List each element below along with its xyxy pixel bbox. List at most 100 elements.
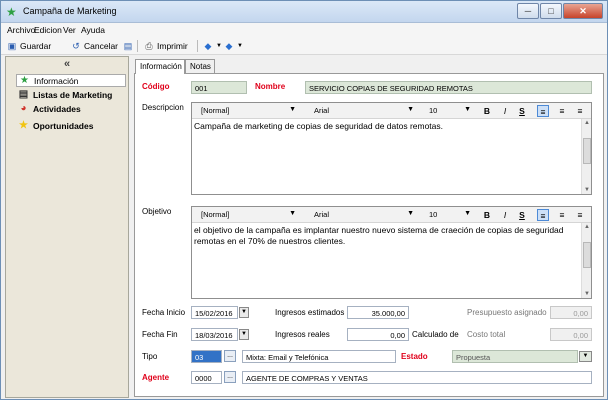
save-label: Guardar [20,41,52,51]
star-icon: ★ [20,75,29,86]
estado-label: Estado [401,352,428,361]
vertical-scrollbar[interactable]: ▲ ▼ [581,119,591,194]
menu-edicion[interactable]: Edicion [34,25,62,35]
sidebar-item-label: Actividades [33,103,81,114]
style-value: [Normal] [201,106,230,115]
next-record-button[interactable]: ◆ ▼ [224,40,246,52]
tab-notas[interactable]: Notas [185,59,215,73]
font-size-value: 10 [429,210,438,219]
align-center-icon[interactable]: ≡ [574,105,586,117]
sidebar-item-informacion[interactable]: ★ Información [16,74,126,87]
menu-ayuda[interactable]: Ayuda [81,25,105,35]
editor-toolbar: [Normal] ▼ Arial ▼ 10 ▼ B I S ≡ ≡ ≡ [192,207,591,223]
vertical-scrollbar[interactable]: ▲ ▼ [581,223,591,298]
nombre-field[interactable]: SERVICIO COPIAS DE SEGURIDAD REMOTAS [305,81,592,94]
printer-icon: ⎙ [145,41,153,51]
estado-field[interactable]: Propuesta [452,350,578,363]
costo-total-label: Costo total [467,330,506,339]
objetivo-text[interactable]: el objetivo de la campaña es implantar n… [192,223,581,298]
cancel-button[interactable]: ↺ Cancelar [71,40,118,52]
agente-code-field[interactable]: 0000 [191,371,222,384]
cancel-label: Cancelar [84,41,119,51]
style-select[interactable]: [Normal] ▼ [201,105,296,117]
strike-button[interactable]: S [516,105,528,117]
chevron-down-icon: ▼ [216,43,222,49]
previous-record-button[interactable]: ◆ ▼ [203,40,225,52]
fecha-fin-field[interactable]: 18/03/2016 [191,328,238,341]
chevron-down-icon: ▼ [407,106,414,113]
font-size-value: 10 [429,106,438,115]
bold-button[interactable]: B [481,209,493,221]
print-label: Imprimir [157,41,188,51]
align-left-icon[interactable]: ≡ [537,209,549,221]
agente-label: Agente [142,373,170,382]
align-left-icon[interactable]: ≡ [537,105,549,117]
style-select[interactable]: [Normal] ▼ [201,209,296,221]
toolbar: ▣ Guardar ↺ Cancelar ▤ ⎙ Imprimir ◆ ▼ ◆ … [1,37,607,55]
nombre-label: Nombre [255,82,286,91]
estado-dropdown-button[interactable]: ▼ [579,351,592,362]
fecha-inicio-field[interactable]: 15/02/2016 [191,306,238,319]
font-select[interactable]: Arial ▼ [314,105,414,117]
scroll-thumb[interactable] [583,138,591,164]
agente-field[interactable]: AGENTE DE COMPRAS Y VENTAS [242,371,592,384]
minimize-button[interactable]: ─ [517,3,539,19]
scroll-down-icon[interactable]: ▼ [582,291,592,297]
agente-lookup-button[interactable]: ... [224,371,236,383]
date-picker-button[interactable]: ▼ [239,329,249,340]
sidebar-item-listas-de-marketing[interactable]: ▤ Listas de Marketing [16,88,126,101]
ingresos-estimados-field[interactable]: 35.000,00 [347,306,409,319]
font-size-select[interactable]: 10 ▼ [429,209,471,221]
objetivo-label: Objetivo [142,207,172,216]
font-select[interactable]: Arial ▼ [314,209,414,221]
star-icon: ★ [19,120,28,131]
close-button[interactable]: ✕ [563,3,603,19]
scroll-up-icon[interactable]: ▲ [582,224,592,230]
undo-icon: ↺ [72,41,80,51]
scroll-thumb[interactable] [583,242,591,268]
chevron-down-icon: ▼ [237,43,243,49]
chevron-down-icon: ▼ [464,106,471,113]
presupuesto-asignado-label: Presupuesto asignado [467,308,547,317]
bold-button[interactable]: B [481,105,493,117]
print-button[interactable]: ⎙ Imprimir [144,40,188,52]
scroll-down-icon[interactable]: ▼ [582,187,592,193]
strike-button[interactable]: S [516,209,528,221]
chevron-down-icon: ▼ [289,210,296,217]
title-bar: ★ Campaña de Marketing ─ □ ✕ [1,1,607,23]
pie-chart-icon: ◕ [20,103,27,114]
sidebar-item-actividades[interactable]: ◕ Actividades [16,102,126,115]
save-close-icon: ▤ [123,41,133,51]
editor-toolbar: [Normal] ▼ Arial ▼ 10 ▼ B I S ≡ ≡ ≡ [192,103,591,119]
sidebar-item-label: Listas de Marketing [33,89,113,100]
tipo-code-field[interactable]: 03 [191,350,222,363]
date-picker-button[interactable]: ▼ [239,307,249,318]
ingresos-estimados-label: Ingresos estimados [275,308,345,317]
align-center-icon[interactable]: ≡ [574,209,586,221]
scroll-up-icon[interactable]: ▲ [582,120,592,126]
costo-total-field: 0,00 [550,328,592,341]
align-right-icon[interactable]: ≡ [556,105,568,117]
sidebar-item-oportunidades[interactable]: ★ Oportunidades [16,119,126,132]
arrow-left-icon: ◆ [204,41,212,51]
codigo-field[interactable]: 001 [191,81,247,94]
menu-ver[interactable]: Ver [63,25,76,35]
font-size-select[interactable]: 10 ▼ [429,105,471,117]
sidebar-item-label: Oportunidades [33,120,94,131]
calculado-de-label: Calculado de [412,330,459,339]
collapse-sidebar-button[interactable]: « [64,58,70,70]
italic-button[interactable]: I [499,209,511,221]
window-controls: ─ □ ✕ [516,3,603,19]
tab-informacion[interactable]: Información [135,59,185,74]
maximize-button[interactable]: □ [540,3,562,19]
menu-archivo[interactable]: Archivo [7,25,35,35]
tipo-field[interactable]: Mixta: Email y Telefónica [242,350,396,363]
tipo-lookup-button[interactable]: ... [224,350,236,362]
save-close-button[interactable]: ▤ [123,40,136,52]
italic-button[interactable]: I [499,105,511,117]
align-right-icon[interactable]: ≡ [556,209,568,221]
ingresos-reales-field[interactable]: 0,00 [347,328,409,341]
presupuesto-asignado-field: 0,00 [550,306,592,319]
save-button[interactable]: ▣ Guardar [7,40,51,52]
descripcion-text[interactable]: Campaña de marketing de copias de seguri… [192,119,581,194]
